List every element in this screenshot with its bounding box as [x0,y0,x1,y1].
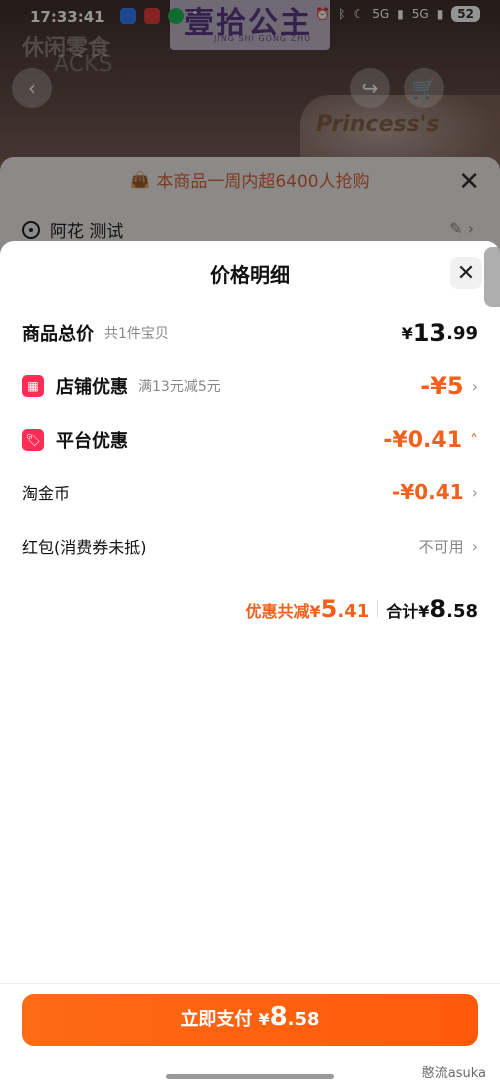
pay-integer: 8 [269,1002,288,1032]
discount-cents: .41 [337,601,370,622]
shop-discount-rule: 满13元减5元 [138,379,221,395]
price-cents: .99 [446,322,478,344]
coupon-tag-icon: 🏷 [22,429,44,451]
total-label: 商品总价 [22,324,94,345]
shop-discount-label: 店铺优惠 [56,377,128,398]
total-price: ¥13.99 [402,318,478,348]
currency-symbol: ¥ [401,323,413,343]
shop-discount-value: -¥5 [420,372,464,400]
discount-integer: 5 [320,595,338,623]
grand-total-integer: 8 [429,595,447,623]
price-integer: 13 [412,319,447,347]
coin-value-wrap: -¥0.41 › [392,477,478,507]
shop-discount-value-wrap: -¥5 › [420,371,478,401]
watermark: 憨流asuka [421,1066,486,1081]
red-packet-value: 不可用 [418,537,464,556]
chevron-right-icon: › [471,536,478,556]
coin-label: 淘金币 [22,484,71,503]
grand-total-label: 合计 [386,602,419,621]
platform-discount-label: 平台优惠 [56,431,128,452]
grand-total-currency: ¥ [418,602,430,621]
coin-value: -¥0.41 [392,480,464,504]
platform-discount-row[interactable]: 🏷 平台优惠 -¥0.41 ˄ [22,425,478,455]
shop-icon: ▦ [22,375,44,397]
item-count: 共1件宝贝 [104,326,169,342]
pay-cents: .58 [287,1009,320,1030]
pay-bar: 立即支付 ¥ 8 .58 憨流asuka [0,983,500,1090]
red-packet-row[interactable]: 红包(消费券未抵) 不可用 › [22,531,478,561]
platform-discount-value: -¥0.41 [383,427,462,453]
shop-discount-row[interactable]: ▦ 店铺优惠 满13元减5元 -¥5 › [22,371,478,401]
red-packet-value-wrap: 不可用 › [419,531,478,561]
home-indicator[interactable] [166,1074,334,1079]
close-button[interactable]: ✕ [450,257,482,289]
price-detail-sheet: 价格明细 ✕ 商品总价 共1件宝贝 ¥13.99 ▦ 店铺优惠 满13元减5元 … [0,241,500,1089]
price-summary: 优惠共减 ¥ 5 .41 合计 ¥ 8 .58 [246,595,479,623]
pay-now-button[interactable]: 立即支付 ¥ 8 .58 [22,994,478,1046]
chevron-right-icon: › [471,376,478,396]
pay-currency: ¥ [258,1010,270,1029]
grand-total-cents: .58 [446,601,478,622]
discount-total-label: 优惠共减 [245,602,310,621]
red-packet-label: 红包(消费券未抵) [22,538,147,557]
pay-label: 立即支付 [180,1009,253,1030]
coin-row[interactable]: 淘金币 -¥0.41 › [22,477,478,507]
platform-discount-value-wrap: -¥0.41 ˄ [383,425,478,455]
sheet-title: 价格明细 [210,263,290,287]
chevron-right-icon: › [471,482,478,502]
discount-currency: ¥ [309,602,321,621]
close-icon: ✕ [456,260,476,286]
summary-divider [377,600,379,618]
total-price-row: 商品总价 共1件宝贝 ¥13.99 [22,318,478,348]
chevron-up-icon: ˄ [470,430,478,450]
